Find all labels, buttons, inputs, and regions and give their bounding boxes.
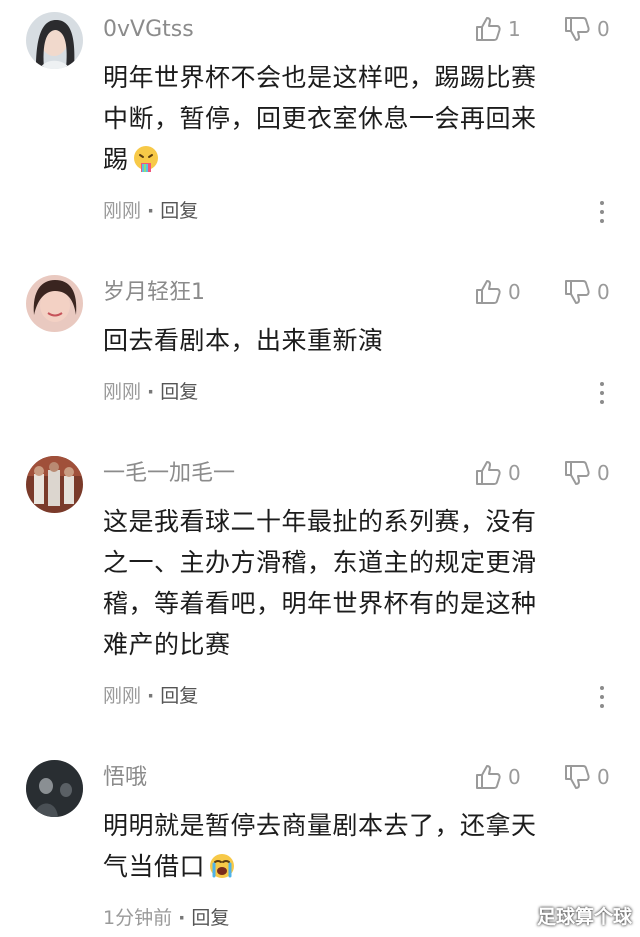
more-options-icon[interactable] [597,686,607,708]
thumbs-down-icon [565,280,590,304]
like-count: 1 [508,17,521,41]
dislike-count: 0 [597,280,610,304]
watermark: 足球算个球 [536,906,632,928]
dislike-count: 0 [597,17,610,41]
dislike-count: 0 [597,765,610,789]
comment-text: 回去看剧本，出来重新演 [103,320,603,361]
timestamp: 1分钟前 [103,907,173,929]
comment-line: 稽，等着看吧，明年世界杯有的是这种 [103,589,537,618]
comment-meta: 刚刚 · 回复 [103,198,198,224]
avatar-image [26,456,83,513]
username[interactable]: 悟哦 [103,763,147,793]
comment-line: 明年世界杯不会也是这样吧，踢踢比赛 [103,63,537,92]
dislike-button[interactable]: 0 [563,458,610,488]
comment-meta: 刚刚 · 回复 [103,683,198,709]
comment-line: 之一、主办方滑稽，东道主的规定更滑 [103,548,537,577]
comment-text: 这是我看球二十年最扯的系列赛，没有 之一、主办方滑稽，东道主的规定更滑 稽，等着… [103,501,603,665]
like-count: 0 [508,765,521,789]
avatar-image [26,12,83,69]
like-button[interactable]: 0 [474,762,521,792]
reply-button[interactable]: 回复 [191,907,229,929]
vomiting-face-emoji [133,146,158,172]
avatar-image [26,760,83,817]
dislike-count: 0 [597,461,610,485]
thumbs-down-icon [565,765,590,789]
reply-button[interactable]: 回复 [160,381,198,403]
comment-line: 踢 [103,139,603,180]
thumbs-up-icon [476,280,501,304]
comment-meta: 刚刚 · 回复 [103,379,198,405]
more-options-icon[interactable] [597,201,607,223]
separator: · [147,381,155,403]
comment-line: 这是我看球二十年最扯的系列赛，没有 [103,507,537,536]
dislike-button[interactable]: 0 [563,277,610,307]
like-button[interactable]: 0 [474,458,521,488]
timestamp: 刚刚 [103,381,142,403]
like-count: 0 [508,280,521,304]
comment-line-text: 踢 [103,145,129,174]
separator: · [147,685,155,707]
dislike-button[interactable]: 0 [563,14,610,44]
avatar[interactable] [26,275,83,332]
comment-line-text: 气当借口 [103,852,206,881]
thumbs-up-icon [476,765,501,789]
timestamp: 刚刚 [103,685,142,707]
comment-line: 中断，暂停，回更衣室休息一会再回来 [103,104,537,133]
thumbs-up-icon [476,17,501,41]
thumbs-up-icon [476,461,501,485]
comment-line: 难产的比赛 [103,630,231,659]
loudly-crying-face-emoji [210,854,235,878]
avatar-image [26,275,83,332]
more-options-icon[interactable] [597,382,607,404]
avatar[interactable] [26,760,83,817]
like-button[interactable]: 0 [474,277,521,307]
comment-line: 明明就是暂停去商量剧本去了，还拿天 [103,811,537,840]
like-count: 0 [508,461,521,485]
like-button[interactable]: 1 [474,14,521,44]
comment-text: 明明就是暂停去商量剧本去了，还拿天 气当借口 [103,805,603,887]
avatar[interactable] [26,456,83,513]
dislike-button[interactable]: 0 [563,762,610,792]
separator: · [178,907,186,929]
comment-line: 回去看剧本，出来重新演 [103,326,384,355]
username[interactable]: 0vVGtss [103,15,194,45]
reply-button[interactable]: 回复 [160,200,198,222]
reply-button[interactable]: 回复 [160,685,198,707]
thumbs-down-icon [565,17,590,41]
username[interactable]: 一毛一加毛一 [103,459,235,489]
separator: · [147,200,155,222]
comment-line: 气当借口 [103,846,603,887]
avatar[interactable] [26,12,83,69]
thumbs-down-icon [565,461,590,485]
comment-meta: 1分钟前 · 回复 [103,905,229,931]
username[interactable]: 岁月轻狂1 [103,278,205,308]
timestamp: 刚刚 [103,200,142,222]
comment-text: 明年世界杯不会也是这样吧，踢踢比赛 中断，暂停，回更衣室休息一会再回来 踢 [103,57,603,180]
